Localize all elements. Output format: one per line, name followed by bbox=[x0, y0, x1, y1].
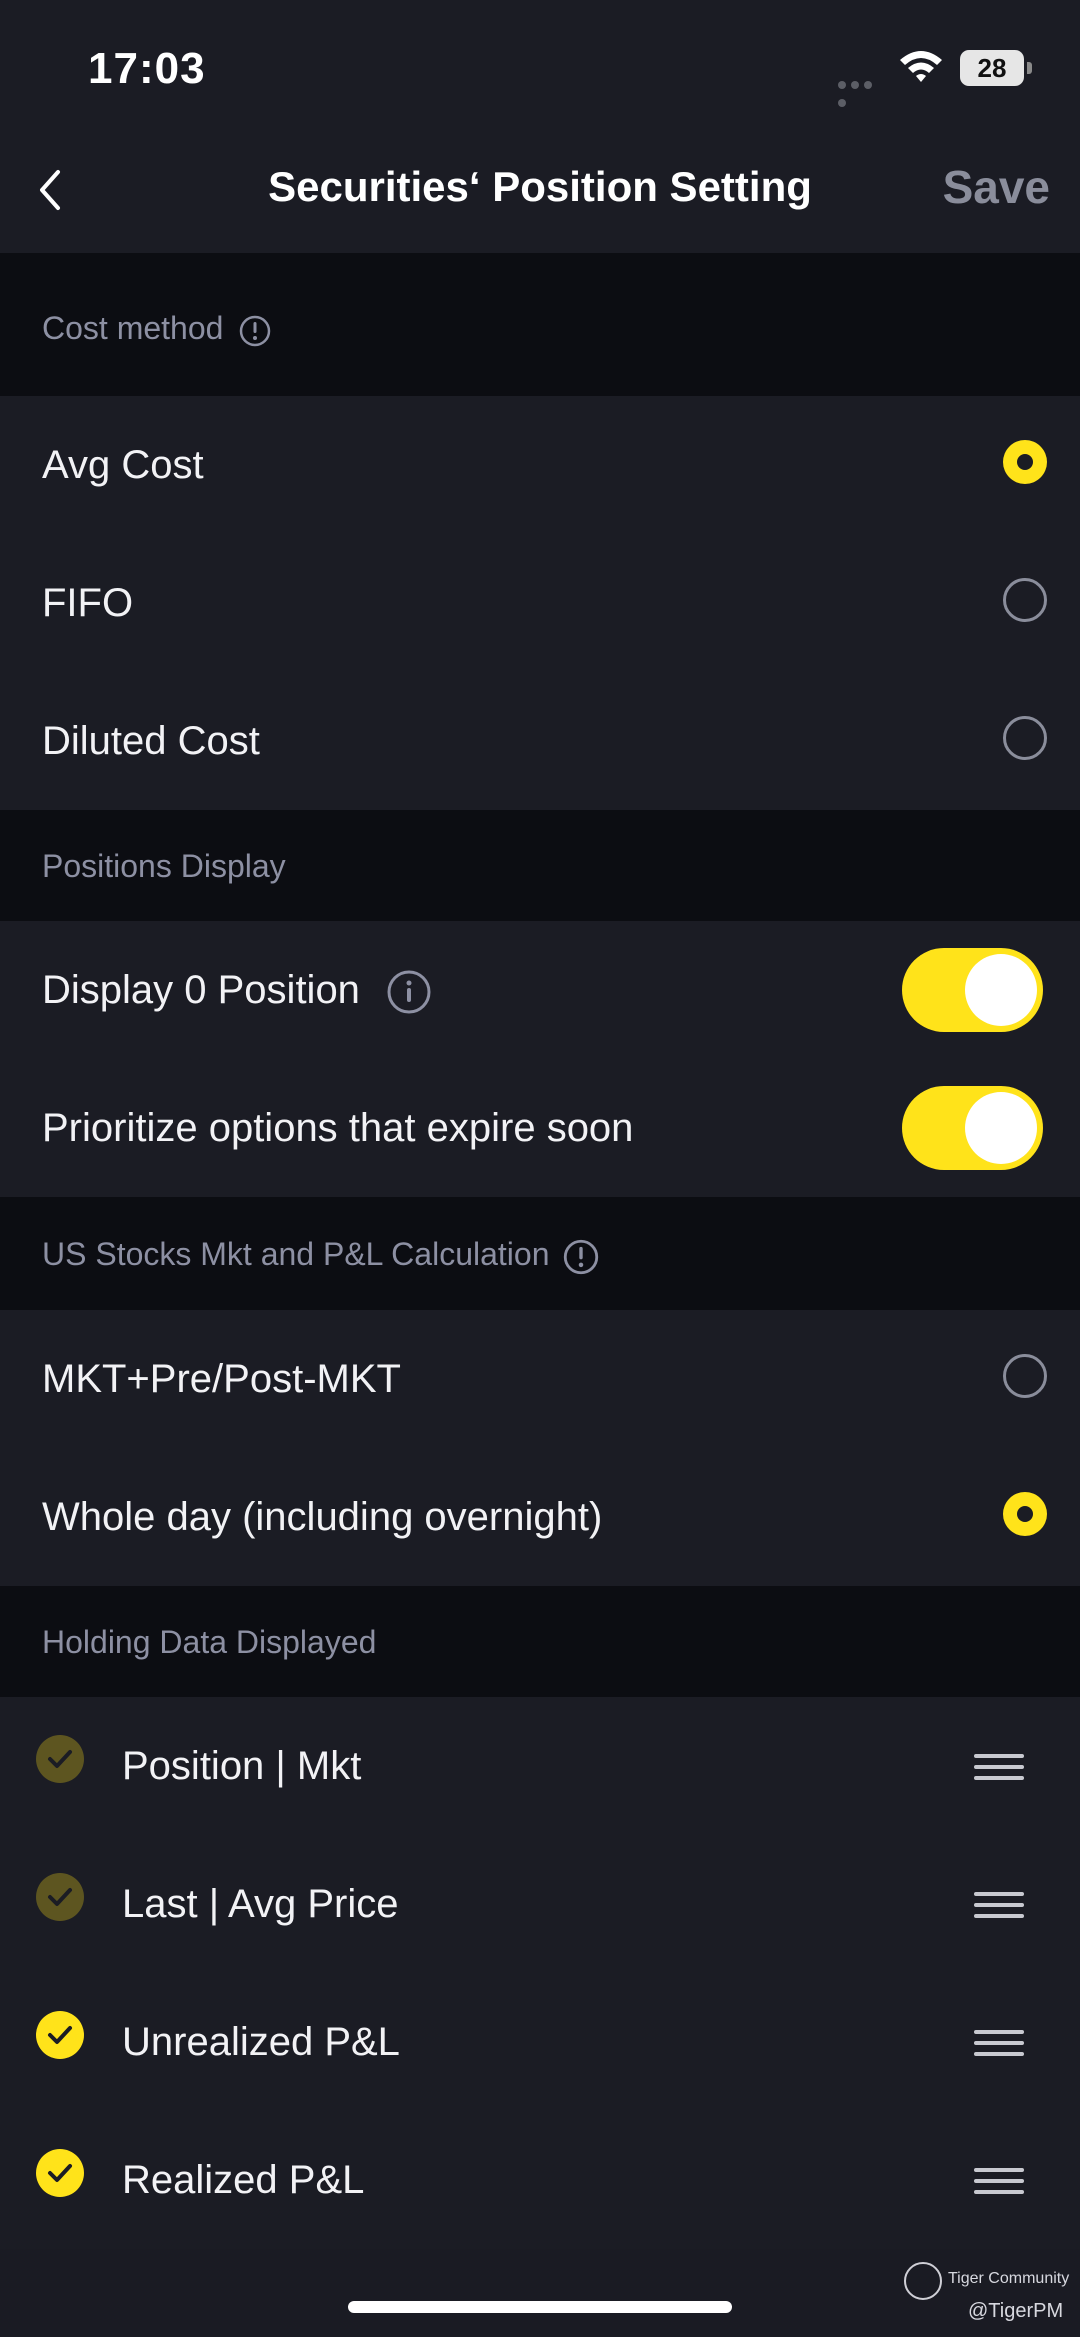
toggle-row-display-zero-position: Display 0 Position bbox=[0, 921, 1080, 1060]
holding-item-realized-pl[interactable]: Realized P&L bbox=[0, 2111, 1080, 2249]
section-header-us-stocks: US Stocks Mkt and P&L Calculation bbox=[0, 1197, 1080, 1310]
drag-handle-icon[interactable] bbox=[974, 1890, 1024, 1920]
holding-item-label: Unrealized P&L bbox=[122, 2020, 400, 2064]
toggle-label: Display 0 Position bbox=[42, 968, 360, 1012]
save-button[interactable]: Save bbox=[943, 160, 1050, 214]
check-icon bbox=[36, 1735, 84, 1783]
info-icon[interactable] bbox=[386, 969, 432, 1015]
section-header-cost-method: Cost method bbox=[0, 253, 1080, 396]
radio-unselected-icon[interactable] bbox=[1003, 1354, 1047, 1398]
drag-handle-icon[interactable] bbox=[974, 1752, 1024, 1782]
radio-unselected-icon[interactable] bbox=[1003, 578, 1047, 622]
tiger-logo-icon bbox=[904, 2262, 942, 2300]
watermark-logo: Tiger Community bbox=[904, 2262, 1074, 2302]
option-label: MKT+Pre/Post-MKT bbox=[42, 1357, 401, 1401]
status-bar: 17:03 28 bbox=[0, 0, 1080, 130]
section-title: US Stocks Mkt and P&L Calculation bbox=[42, 1236, 550, 1272]
radio-option-whole-day[interactable]: Whole day (including overnight) bbox=[0, 1448, 1080, 1586]
holding-item-position-mkt[interactable]: Position | Mkt bbox=[0, 1697, 1080, 1836]
toggle-row-prioritize-options: Prioritize options that expire soon bbox=[0, 1059, 1080, 1197]
check-icon bbox=[36, 1873, 84, 1921]
cellular-signal-icon bbox=[838, 76, 888, 107]
toggle-knob bbox=[965, 954, 1037, 1026]
section-header-holding-data: Holding Data Displayed bbox=[0, 1586, 1080, 1697]
radio-option-mkt-pre-post[interactable]: MKT+Pre/Post-MKT bbox=[0, 1310, 1080, 1449]
section-title: Positions Display bbox=[42, 848, 286, 884]
check-icon[interactable] bbox=[36, 2011, 84, 2059]
toggle-switch[interactable] bbox=[902, 1086, 1043, 1170]
watermark-brand: Tiger Community bbox=[948, 2270, 1070, 2287]
drag-handle-icon[interactable] bbox=[974, 2166, 1024, 2196]
section-header-positions-display: Positions Display bbox=[0, 810, 1080, 921]
toggle-knob bbox=[965, 1092, 1037, 1164]
holding-item-label: Realized P&L bbox=[122, 2158, 365, 2202]
status-time: 17:03 bbox=[88, 44, 206, 93]
option-label: Diluted Cost bbox=[42, 719, 260, 763]
alert-info-icon[interactable] bbox=[563, 1239, 599, 1275]
radio-selected-icon[interactable] bbox=[1003, 1492, 1047, 1536]
battery-level: 28 bbox=[977, 53, 1007, 83]
check-icon[interactable] bbox=[36, 2149, 84, 2197]
radio-unselected-icon[interactable] bbox=[1003, 716, 1047, 760]
holding-item-unrealized-pl[interactable]: Unrealized P&L bbox=[0, 1973, 1080, 2112]
radio-option-diluted-cost[interactable]: Diluted Cost bbox=[0, 672, 1080, 810]
page-title: Securities‘ Position Setting bbox=[268, 163, 812, 210]
option-label: Avg Cost bbox=[42, 443, 204, 487]
navigation-bar: Securities‘ Position Setting Save bbox=[0, 130, 1080, 253]
alert-info-icon[interactable] bbox=[239, 315, 271, 347]
radio-selected-icon[interactable] bbox=[1003, 440, 1047, 484]
option-label: Whole day (including overnight) bbox=[42, 1495, 603, 1539]
section-title: Holding Data Displayed bbox=[42, 1624, 377, 1660]
radio-option-avg-cost[interactable]: Avg Cost bbox=[0, 396, 1080, 535]
toggle-label: Prioritize options that expire soon bbox=[42, 1106, 634, 1150]
battery-icon: 28 bbox=[960, 50, 1024, 86]
holding-item-label: Last | Avg Price bbox=[122, 1882, 399, 1926]
watermark-handle: @TigerPM bbox=[968, 2300, 1064, 2322]
holding-item-last-avg-price[interactable]: Last | Avg Price bbox=[0, 1835, 1080, 1974]
option-label: FIFO bbox=[42, 581, 134, 625]
section-title: Cost method bbox=[42, 310, 224, 346]
radio-option-fifo[interactable]: FIFO bbox=[0, 534, 1080, 673]
battery-cap bbox=[1027, 62, 1032, 74]
toggle-switch[interactable] bbox=[902, 948, 1043, 1032]
holding-item-label: Position | Mkt bbox=[122, 1744, 362, 1788]
home-indicator[interactable] bbox=[348, 2301, 732, 2313]
drag-handle-icon[interactable] bbox=[974, 2028, 1024, 2058]
wifi-icon bbox=[900, 51, 942, 82]
